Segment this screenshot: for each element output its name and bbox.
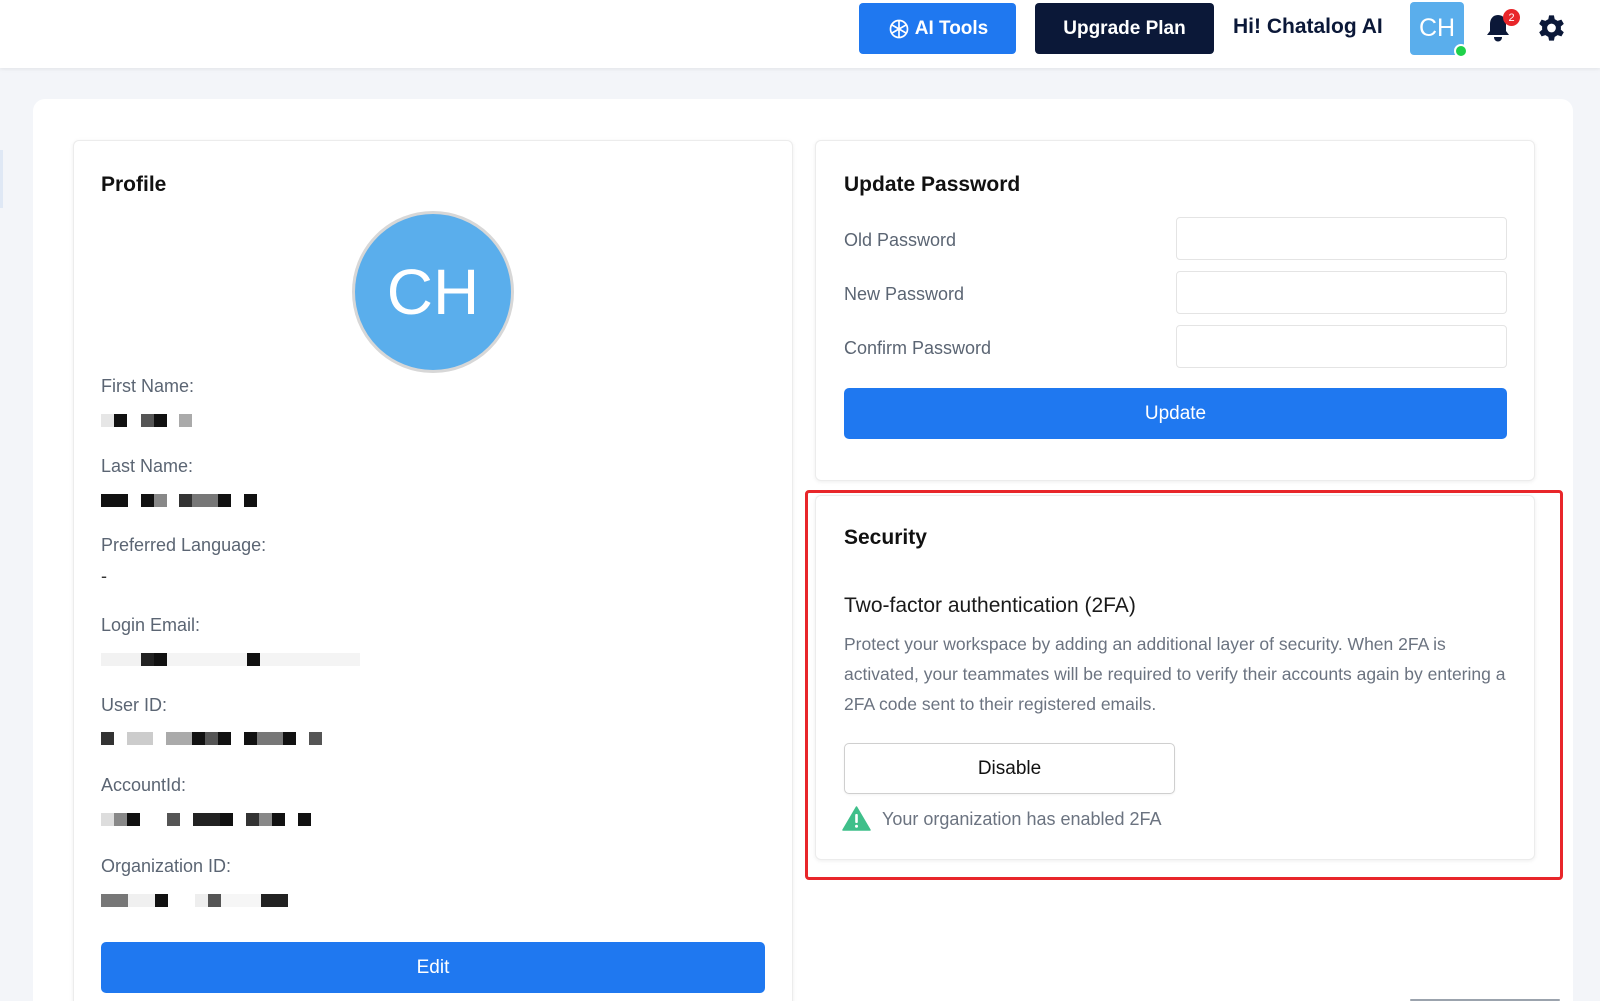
top-bar: AI Tools Upgrade Plan Hi! Chatalog AI CH… (0, 0, 1600, 68)
update-password-title: Update Password (844, 173, 1021, 196)
first-name-value-redacted (101, 404, 192, 436)
confirm-password-label: Confirm Password (844, 338, 992, 358)
security-title: Security (844, 526, 927, 549)
new-password-label: New Password (844, 284, 965, 304)
first-name-label: First Name: (101, 376, 195, 396)
last-name-label: Last Name: (101, 456, 194, 476)
user-id-label: User ID: (101, 695, 168, 715)
profile-avatar: CH (352, 211, 514, 373)
sidebar-edge (0, 150, 3, 208)
warning-icon (842, 806, 871, 831)
ai-tools-button[interactable]: AI Tools (859, 3, 1016, 54)
ai-tools-label: AI Tools (914, 17, 989, 39)
last-name-value-redacted (101, 484, 257, 516)
twofa-status-note: Your organization has enabled 2FA (882, 809, 1162, 829)
twofa-title: Two-factor authentication (2FA) (844, 594, 1136, 617)
organization-id-value-redacted (101, 884, 288, 916)
profile-title: Profile (101, 173, 167, 196)
login-email-value-redacted (101, 643, 360, 675)
old-password-input[interactable] (1176, 217, 1507, 260)
disable-2fa-button[interactable]: Disable (844, 743, 1175, 794)
twofa-description: Protect your workspace by adding an addi… (844, 634, 1506, 714)
organization-id-label: Organization ID: (101, 856, 232, 876)
preferred-language-value: - (101, 566, 107, 586)
update-password-button[interactable]: Update (844, 388, 1507, 439)
account-id-label: AccountId: (101, 775, 187, 795)
old-password-label: Old Password (844, 230, 957, 250)
user-id-value-redacted (101, 722, 322, 754)
user-greeting: Hi! Chatalog AI (1233, 15, 1383, 38)
notification-badge: 2 (1503, 9, 1520, 26)
ai-tools-icon (889, 19, 909, 38)
upgrade-plan-button[interactable]: Upgrade Plan (1035, 3, 1214, 54)
new-password-input[interactable] (1176, 271, 1507, 314)
account-id-value-redacted (101, 803, 311, 835)
online-status-dot (1454, 44, 1468, 58)
login-email-label: Login Email: (101, 615, 201, 635)
preferred-language-label: Preferred Language: (101, 535, 267, 555)
edit-profile-button[interactable]: Edit (101, 942, 765, 993)
gear-icon[interactable] (1536, 12, 1567, 44)
confirm-password-input[interactable] (1176, 325, 1507, 368)
